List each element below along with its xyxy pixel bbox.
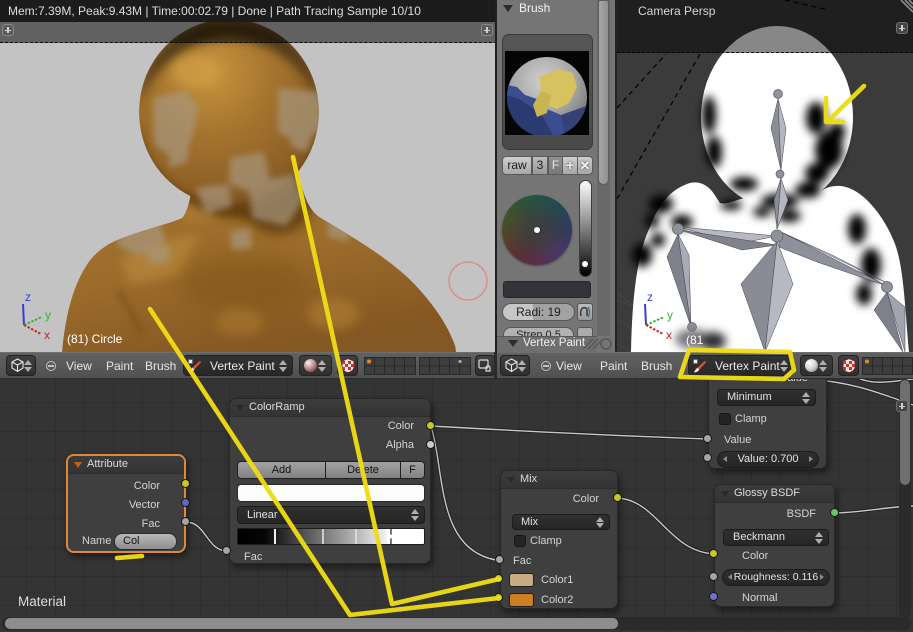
svg-text:x: x bbox=[44, 328, 50, 342]
svg-text:z: z bbox=[25, 290, 31, 304]
svg-text:y: y bbox=[45, 308, 51, 322]
svg-text:(81) Circle: (81) Circle bbox=[67, 332, 123, 346]
